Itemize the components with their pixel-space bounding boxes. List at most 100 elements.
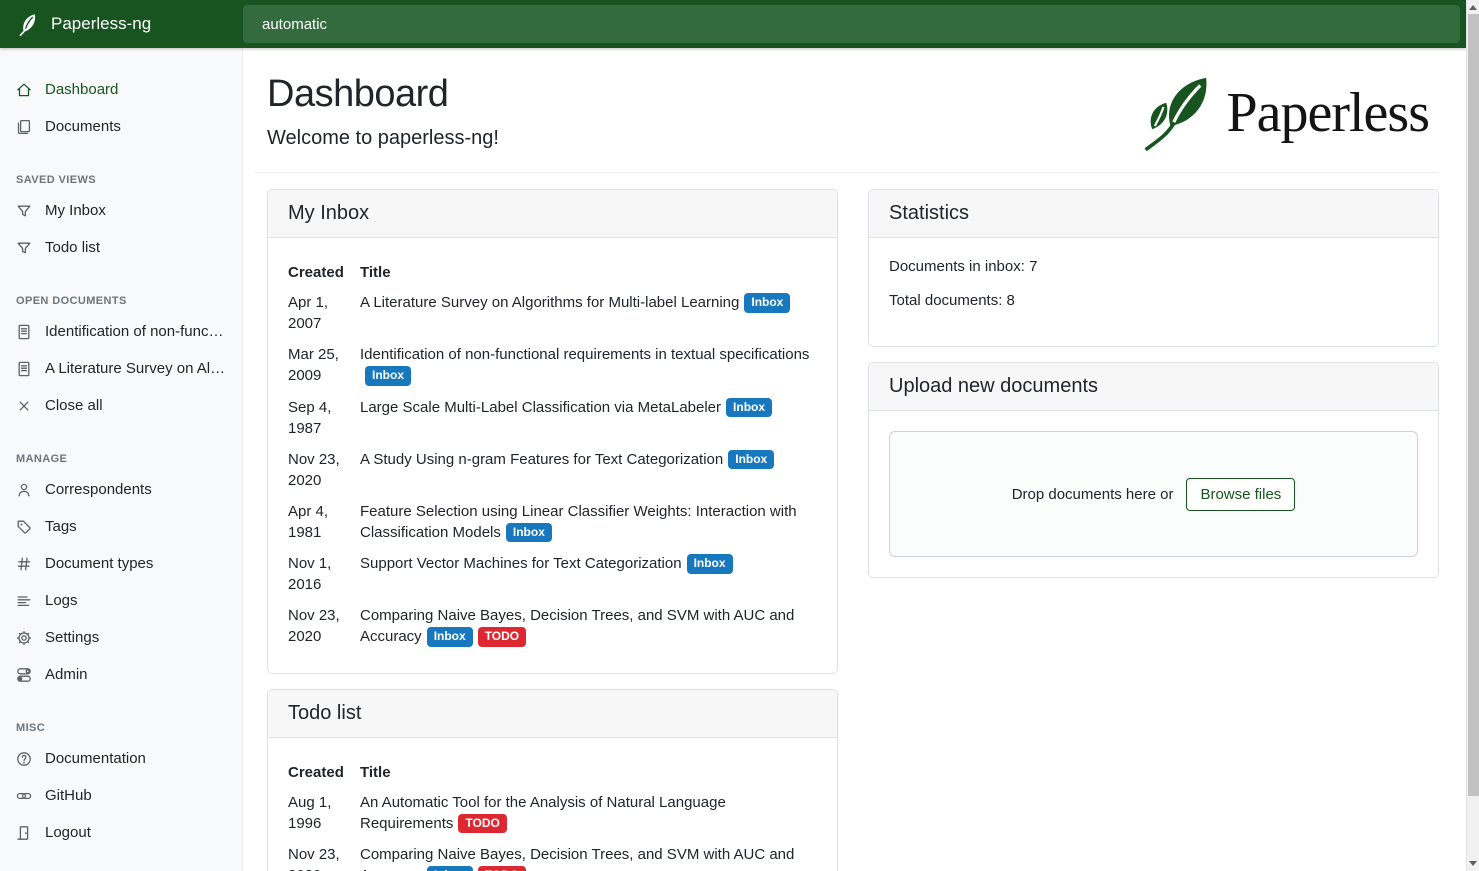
doc-created-date: Nov 23, 2020 bbox=[288, 839, 360, 871]
upload-card: Upload new documents Drop documents here… bbox=[868, 362, 1439, 578]
doc-title-link[interactable]: A Study Using n-gram Features for Text C… bbox=[360, 451, 723, 468]
tag-badge-inbox[interactable]: Inbox bbox=[506, 523, 552, 543]
sidebar-item-logs[interactable]: Logs bbox=[0, 582, 242, 619]
doc-created-date: Sep 4, 1987 bbox=[288, 392, 360, 444]
filter-icon bbox=[16, 240, 32, 256]
tag-badge-inbox[interactable]: Inbox bbox=[726, 398, 772, 418]
column-header-title: Title bbox=[360, 758, 817, 787]
doc-created-date: Nov 1, 2016 bbox=[288, 548, 360, 600]
tag-badge-inbox[interactable]: Inbox bbox=[687, 554, 733, 574]
link-icon bbox=[16, 788, 32, 804]
doc-title-link[interactable]: Identification of non-functional require… bbox=[360, 346, 809, 363]
tag-badge-inbox[interactable]: Inbox bbox=[427, 866, 473, 871]
sidebar-item-close-all[interactable]: Close all bbox=[0, 387, 242, 424]
vertical-scrollbar[interactable] bbox=[1466, 0, 1479, 871]
tag-badge-todo[interactable]: TODO bbox=[478, 627, 526, 647]
sidebar-item-documents[interactable]: Documents bbox=[0, 108, 242, 145]
sidebar-item-dashboard[interactable]: Dashboard bbox=[0, 71, 242, 108]
sidebar-item-label: GitHub bbox=[45, 787, 92, 804]
sidebar-item-settings[interactable]: Settings bbox=[0, 619, 242, 656]
sidebar-item-label: Identification of non-functio... bbox=[45, 323, 226, 340]
sidebar-section-title: MANAGE bbox=[0, 447, 242, 471]
filter-icon bbox=[16, 203, 32, 219]
table-row: Nov 23, 2020Comparing Naive Bayes, Decis… bbox=[288, 839, 817, 871]
sidebar-item-tags[interactable]: Tags bbox=[0, 508, 242, 545]
inbox-table: Created Title Apr 1, 2007A Literature Su… bbox=[288, 258, 817, 653]
sidebar-item-todo-list[interactable]: Todo list bbox=[0, 229, 242, 266]
doc-title-link[interactable]: Comparing Naive Bayes, Decision Trees, a… bbox=[360, 607, 794, 645]
todo-list-card: Todo list Created Title Au bbox=[267, 689, 838, 871]
hash-icon bbox=[16, 556, 32, 572]
app-brand-label: Paperless-ng bbox=[51, 14, 151, 34]
sidebar-item-a-literature-survey-on-algori[interactable]: A Literature Survey on Algori... bbox=[0, 350, 242, 387]
main-content: Dashboard Welcome to paperless-ng! bbox=[243, 48, 1466, 871]
sidebar-item-github[interactable]: GitHub bbox=[0, 777, 242, 814]
doc-title-link[interactable]: Feature Selection using Linear Classifie… bbox=[360, 503, 797, 541]
text-left-icon bbox=[16, 593, 32, 609]
sidebar-item-label: Settings bbox=[45, 629, 99, 646]
doc-title-link[interactable]: An Automatic Tool for the Analysis of Na… bbox=[360, 794, 726, 832]
file-text-icon bbox=[16, 361, 32, 377]
todo-table: Created Title Aug 1, 1996An Automatic To… bbox=[288, 758, 817, 871]
table-row: Apr 4, 1981Feature Selection using Linea… bbox=[288, 496, 817, 549]
statistics-line: Total documents: 8 bbox=[889, 292, 1418, 309]
my-inbox-card-title: My Inbox bbox=[268, 190, 837, 238]
tag-icon bbox=[16, 519, 32, 535]
triangle-up-icon bbox=[1469, 5, 1477, 10]
upload-dropzone[interactable]: Drop documents here or Browse files bbox=[889, 431, 1418, 557]
files-icon bbox=[16, 119, 32, 135]
home-icon bbox=[16, 82, 32, 98]
statistics-card: Statistics Documents in inbox: 7Total do… bbox=[868, 189, 1439, 347]
paperless-logo: Paperless bbox=[1140, 73, 1429, 153]
scrollbar-thumb[interactable] bbox=[1468, 14, 1479, 796]
sidebar-item-label: A Literature Survey on Algori... bbox=[45, 360, 226, 377]
browse-files-button[interactable]: Browse files bbox=[1186, 478, 1295, 511]
column-header-created: Created bbox=[288, 758, 360, 787]
divider bbox=[255, 172, 1439, 173]
sidebar-item-correspondents[interactable]: Correspondents bbox=[0, 471, 242, 508]
tag-badge-todo[interactable]: TODO bbox=[478, 866, 526, 871]
sidebar-item-label: Logs bbox=[45, 592, 78, 609]
sidebar-item-document-types[interactable]: Document types bbox=[0, 545, 242, 582]
statistics-card-title: Statistics bbox=[869, 190, 1438, 238]
person-icon bbox=[16, 482, 32, 498]
table-row: Sep 4, 1987Large Scale Multi-Label Class… bbox=[288, 392, 817, 444]
tag-badge-inbox[interactable]: Inbox bbox=[427, 627, 473, 647]
doc-title-link[interactable]: Comparing Naive Bayes, Decision Trees, a… bbox=[360, 846, 794, 871]
sidebar-section-misc: MISCDocumentation GitHub Logout bbox=[0, 716, 242, 851]
sidebar-item-documentation[interactable]: Documentation bbox=[0, 740, 242, 777]
table-row: Nov 23, 2020Comparing Naive Bayes, Decis… bbox=[288, 600, 817, 653]
file-text-icon bbox=[16, 324, 32, 340]
app-brand[interactable]: Paperless-ng bbox=[0, 0, 243, 48]
tag-badge-todo[interactable]: TODO bbox=[458, 814, 506, 834]
doc-title-link[interactable]: Support Vector Machines for Text Categor… bbox=[360, 555, 682, 572]
scrollbar-up-button[interactable] bbox=[1467, 1, 1479, 14]
x-icon bbox=[16, 398, 32, 414]
sidebar-item-label: Document types bbox=[45, 555, 153, 572]
search-input[interactable] bbox=[243, 5, 1460, 43]
tag-badge-inbox[interactable]: Inbox bbox=[744, 293, 790, 313]
column-header-created: Created bbox=[288, 258, 360, 287]
table-row: Aug 1, 1996An Automatic Tool for the Ana… bbox=[288, 787, 817, 840]
todo-list-card-title: Todo list bbox=[268, 690, 837, 738]
doc-created-date: Nov 23, 2020 bbox=[288, 444, 360, 496]
page-subtitle: Welcome to paperless-ng! bbox=[267, 127, 499, 150]
logo-wordmark: Paperless bbox=[1226, 85, 1429, 141]
dropzone-text: Drop documents here or bbox=[1012, 486, 1174, 503]
gear-icon bbox=[16, 630, 32, 646]
search-bar bbox=[243, 0, 1466, 48]
table-row: Apr 1, 2007A Literature Survey on Algori… bbox=[288, 287, 817, 339]
sidebar-item-label: Logout bbox=[45, 824, 91, 841]
doc-title-link[interactable]: A Literature Survey on Algorithms for Mu… bbox=[360, 294, 739, 311]
sidebar-item-my-inbox[interactable]: My Inbox bbox=[0, 192, 242, 229]
scrollbar-down-button[interactable] bbox=[1467, 857, 1479, 870]
tag-badge-inbox[interactable]: Inbox bbox=[728, 450, 774, 470]
doc-title-link[interactable]: Large Scale Multi-Label Classification v… bbox=[360, 399, 721, 416]
sidebar-item-logout[interactable]: Logout bbox=[0, 814, 242, 851]
sidebar-item-identification-of-non-functio[interactable]: Identification of non-functio... bbox=[0, 313, 242, 350]
tag-badge-inbox[interactable]: Inbox bbox=[365, 366, 411, 386]
doc-created-date: Nov 23, 2020 bbox=[288, 600, 360, 653]
sidebar-item-admin[interactable]: Admin bbox=[0, 656, 242, 693]
sidebar-section-title: MISC bbox=[0, 716, 242, 740]
sidebar-item-label: Correspondents bbox=[45, 481, 152, 498]
